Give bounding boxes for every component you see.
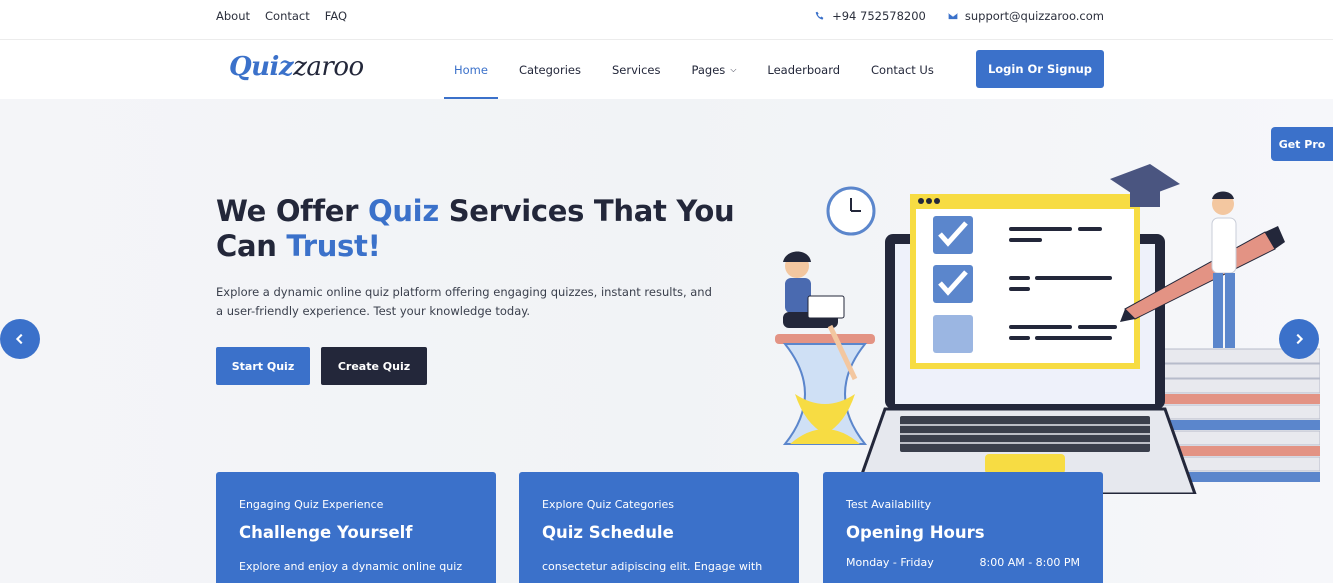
info-card-hours: Test Availability Opening Hours Monday -… (823, 472, 1103, 583)
nav-item-pages[interactable]: Pages ⌵ (681, 40, 746, 99)
hero-title: We Offer Quiz Services That You Can Trus… (216, 194, 756, 264)
top-link-faq[interactable]: FAQ (325, 9, 347, 23)
get-pro-button[interactable]: Get Pro (1271, 127, 1333, 161)
info-card-schedule: Explore Quiz Categories Quiz Schedule co… (519, 472, 799, 583)
nav-item-contact-us[interactable]: Contact Us (861, 40, 944, 99)
top-links: About Contact FAQ (216, 9, 347, 23)
nav-item-label: Contact Us (871, 62, 934, 77)
card-tag: Test Availability (846, 498, 932, 511)
card-body: consectetur adipiscing elit. Engage with (542, 560, 763, 573)
nav-item-label: Leaderboard (767, 62, 841, 77)
nav-item-home[interactable]: Home (444, 40, 498, 99)
hero-section: We Offer Quiz Services That You Can Trus… (0, 99, 1333, 583)
info-card-challenge: Engaging Quiz Experience Challenge Yours… (216, 472, 496, 583)
phone-contact[interactable]: +94 752578200 (815, 9, 926, 23)
nav-item-label: Pages (691, 62, 726, 77)
phone-icon (815, 11, 824, 20)
nav-item-label: Home (454, 62, 488, 77)
top-bar: About Contact FAQ +94 752578200 support@… (0, 0, 1333, 40)
hours-days: Monday - Friday (846, 556, 934, 569)
logo-part-zaroo: zaroo (293, 52, 364, 82)
hero-title-highlight-quiz: Quiz (367, 194, 439, 228)
login-signup-button[interactable]: Login Or Signup (976, 50, 1104, 88)
slider-next-button[interactable] (1279, 319, 1319, 359)
top-link-about[interactable]: About (216, 9, 250, 23)
chevron-down-icon: ⌵ (730, 64, 737, 74)
hours-row: Monday - Friday 8:00 AM - 8:00 PM (846, 556, 1080, 569)
nav-item-services[interactable]: Services (602, 40, 671, 99)
card-tag: Explore Quiz Categories (542, 498, 675, 511)
hours-time: 8:00 AM - 8:00 PM (979, 556, 1081, 569)
hero-illustration (775, 164, 1320, 494)
card-heading: Quiz Schedule (542, 523, 674, 542)
hero-title-part1: We Offer (216, 194, 368, 228)
card-heading: Opening Hours (846, 523, 985, 542)
nav-item-leaderboard[interactable]: Leaderboard (757, 40, 850, 99)
clock-icon (826, 186, 876, 236)
hourglass-icon (775, 334, 875, 445)
main-navbar: Quizzaroo Home Categories Services Pages… (0, 40, 1333, 99)
main-menu: Home Categories Services Pages ⌵ Leaderbo… (444, 40, 955, 99)
email-address: support@quizzaroo.com (964, 9, 1104, 23)
chevron-left-icon (15, 333, 23, 345)
start-quiz-button[interactable]: Start Quiz (216, 347, 310, 385)
envelope-icon (948, 12, 958, 20)
card-tag: Engaging Quiz Experience (239, 498, 384, 511)
nav-item-label: Services (611, 62, 661, 77)
hero-title-highlight-trust: Trust! (286, 229, 381, 263)
hero-description: Explore a dynamic online quiz platform o… (216, 285, 712, 318)
quiz-checklist-icon (910, 194, 1140, 369)
nav-item-label: Categories (518, 62, 581, 77)
nav-item-categories[interactable]: Categories (509, 40, 591, 99)
email-contact[interactable]: support@quizzaroo.com (948, 9, 1104, 23)
slider-prev-button[interactable] (0, 319, 40, 359)
create-quiz-button[interactable]: Create Quiz (321, 347, 427, 385)
man-figure-icon (1211, 191, 1237, 348)
card-heading: Challenge Yourself (239, 523, 413, 542)
card-body: Explore and enjoy a dynamic online quiz (239, 560, 463, 573)
phone-number: +94 752578200 (832, 9, 926, 23)
chevron-right-icon (1296, 333, 1304, 345)
contact-info: +94 752578200 support@quizzaroo.com (815, 9, 1104, 23)
site-logo[interactable]: Quizzaroo (229, 52, 364, 82)
logo-part-quiz: Quiz (229, 52, 294, 82)
top-link-contact[interactable]: Contact (265, 9, 310, 23)
